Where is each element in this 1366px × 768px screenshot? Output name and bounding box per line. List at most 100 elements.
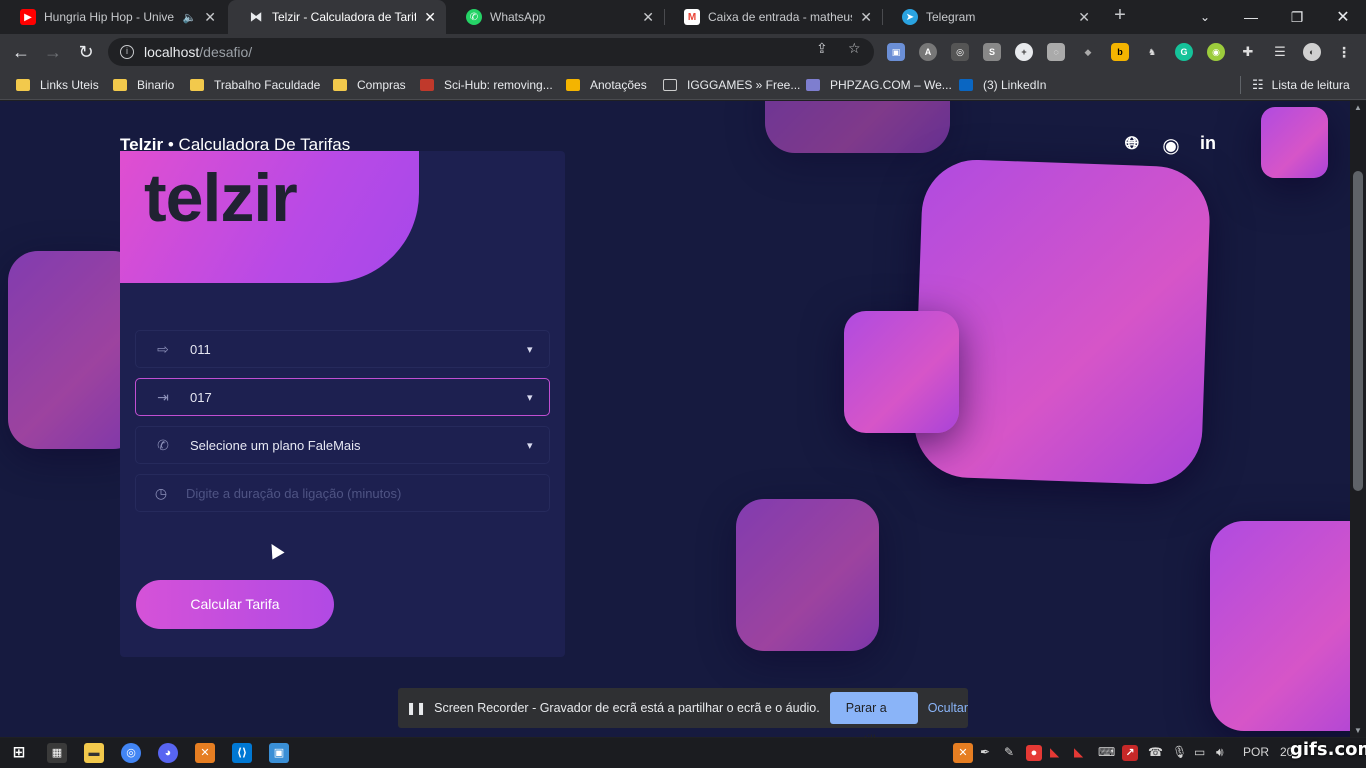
tab-title: Caixa de entrada - matheuss (708, 10, 853, 24)
telzir-icon: ⧓ (248, 9, 264, 25)
bookmark-star-icon[interactable]: ☆ (848, 40, 861, 57)
puzzle-icon[interactable]: ✚ (1239, 43, 1257, 61)
avatar[interactable]: ◐ (1303, 43, 1321, 61)
app-icon[interactable]: ▣ (269, 743, 289, 763)
decorative-cube (765, 101, 950, 153)
bookmark-item[interactable]: Binario (113, 76, 174, 94)
tab-title: Telzir - Calculadora de Tarifas (272, 10, 417, 24)
language-indicator[interactable]: POR (1243, 745, 1269, 759)
discord-icon[interactable]: ◕ (158, 743, 178, 763)
forward-button[interactable]: → (40, 40, 66, 64)
extension-icon[interactable]: ♞ (1143, 43, 1161, 61)
github-icon[interactable]: ◉ (1160, 133, 1182, 158)
page-scrollbar[interactable]: ▲ ▼ (1350, 101, 1366, 737)
folder-icon (16, 79, 30, 91)
stop-sharing-button[interactable]: Parar a partilha (829, 692, 918, 747)
extension-icon[interactable]: + (1015, 43, 1033, 61)
extension-icon[interactable]: ◎ (951, 43, 969, 61)
close-tab-icon[interactable]: ✕ (860, 9, 872, 26)
media-queue-icon[interactable]: ☰ (1271, 43, 1289, 61)
address-bar[interactable]: i localhost/desafio/ (108, 38, 874, 66)
vscode-icon[interactable]: ⟨⟩ (232, 743, 252, 763)
close-tab-icon[interactable]: ✕ (204, 9, 216, 26)
bookmark-item[interactable]: PHPZAG.COM – We... (806, 76, 952, 94)
plan-select[interactable]: ✆ Selecione um plano FaleMais ▾ (135, 426, 550, 464)
bookmark-item[interactable]: IGGGAMES » Free... (663, 76, 800, 94)
restore-button[interactable]: ❐ (1274, 0, 1320, 34)
youtube-icon: ▶ (20, 9, 36, 25)
scroll-thumb[interactable] (1353, 171, 1363, 491)
store-icon[interactable]: ▦ (47, 743, 67, 763)
tab-search-icon[interactable]: ⌄ (1182, 0, 1228, 34)
tab-telzir[interactable]: ⧓ Telzir - Calculadora de Tarifas ✕ (228, 0, 446, 34)
decorative-cube (1261, 107, 1328, 178)
reload-button[interactable]: ↻ (73, 40, 99, 64)
tray-keyboard-icon[interactable]: ⌨ (1098, 745, 1115, 759)
tab-youtube[interactable]: ▶ Hungria Hip Hop - Unive 🔈 ✕ (0, 0, 226, 34)
tab-gmail[interactable]: M Caixa de entrada - matheuss ✕ (664, 0, 882, 34)
close-tab-icon[interactable]: ✕ (424, 9, 436, 26)
tray-phone-icon[interactable]: ☎ (1148, 745, 1163, 759)
tray-amd-icon[interactable]: ◣ (1074, 745, 1083, 759)
bookmark-item[interactable]: Sci-Hub: removing... (420, 76, 553, 94)
tab-whatsapp[interactable]: ✆ WhatsApp ✕ (446, 0, 664, 34)
close-window-button[interactable]: ✕ (1320, 0, 1366, 34)
file-explorer-icon[interactable]: ▬ (84, 743, 104, 763)
bookmark-item[interactable]: Anotações (566, 76, 647, 94)
tray-mic-icon[interactable]: ✎ (1004, 745, 1014, 759)
duration-input[interactable]: ◷ Digite a duração da ligação (minutos) (135, 474, 550, 512)
origin-select[interactable]: ⇨ 011 ▾ (135, 330, 550, 368)
network-icon[interactable]: ▭ (1194, 745, 1205, 759)
grammarly-icon[interactable]: G (1175, 43, 1193, 61)
destination-select[interactable]: ⇥ 017 ▾ (135, 378, 550, 416)
audio-icon[interactable]: 🔈 (183, 11, 197, 24)
tray-record-icon[interactable]: ● (1026, 745, 1042, 761)
back-button[interactable]: ← (8, 40, 34, 64)
extension-icon[interactable]: b (1111, 43, 1129, 61)
tray-mic-icon[interactable]: 🎙︎ (1172, 745, 1187, 759)
bookmark-item[interactable]: Compras (333, 76, 406, 94)
sign-in-icon: ⇥ (157, 388, 169, 405)
volume-icon[interactable]: 🔊︎ (1216, 745, 1224, 760)
windows-start-icon[interactable]: ⊞ (9, 743, 29, 763)
site-info-icon[interactable]: i (120, 45, 134, 59)
close-tab-icon[interactable]: ✕ (1078, 9, 1090, 26)
bookmark-item[interactable]: Links Uteis (16, 76, 99, 94)
windows-taskbar: ⊞ ▦ ▬ ◎ ◕ ✕ ⟨⟩ ▣ ✕ ✒ ✎ ● ◣ ◣ ⌨ ↗ ☎ 🎙︎ ▭ … (0, 738, 1366, 768)
bookmark-item[interactable]: (3) LinkedIn (959, 76, 1046, 94)
notes-icon (566, 79, 580, 91)
tray-xampp-icon[interactable]: ✕ (953, 743, 973, 763)
tray-amd-icon[interactable]: ◣ (1050, 745, 1059, 759)
new-tab-button[interactable]: + (1108, 4, 1132, 27)
scroll-down-icon[interactable]: ▼ (1353, 726, 1363, 735)
extension-icon[interactable]: ▣ (887, 43, 905, 61)
chrome-icon[interactable]: ◎ (121, 743, 141, 763)
linkedin-icon[interactable]: in (1197, 133, 1219, 154)
tray-feather-icon[interactable]: ✒ (980, 745, 990, 759)
reading-list-button[interactable]: ☷ Lista de leitura (1252, 76, 1350, 94)
calculate-button[interactable]: Calcular Tarifa (136, 580, 334, 629)
chevron-down-icon: ▾ (527, 343, 533, 356)
extension-icon[interactable]: ◆ (1079, 43, 1097, 61)
plan-value: Selecione um plano FaleMais (190, 437, 361, 453)
menu-icon[interactable]: ⋮ (1335, 43, 1353, 61)
tray-app-icon[interactable]: ↗ (1122, 745, 1138, 761)
xampp-icon[interactable]: ✕ (195, 743, 215, 763)
scroll-up-icon[interactable]: ▲ (1353, 103, 1363, 112)
whatsapp-icon: ✆ (466, 9, 482, 25)
folder-icon (333, 79, 347, 91)
origin-value: 011 (190, 341, 211, 357)
close-tab-icon[interactable]: ✕ (642, 9, 654, 26)
globe-icon[interactable]: 🌐︎ (1121, 133, 1143, 154)
extension-icon[interactable]: ◉ (1207, 43, 1225, 61)
extension-icon[interactable]: ◌ (1047, 43, 1065, 61)
hide-button[interactable]: Ocultar (928, 701, 968, 715)
minimize-button[interactable]: — (1228, 0, 1274, 34)
screen-share-bar: ❚❚ Screen Recorder - Gravador de ecrã es… (398, 688, 968, 747)
decorative-cube (736, 499, 879, 651)
bookmark-item[interactable]: Trabalho Faculdade (190, 76, 320, 94)
share-icon[interactable]: ⇪ (816, 40, 828, 57)
extension-icon[interactable]: S (983, 43, 1001, 61)
tab-telegram[interactable]: ➤ Telegram ✕ (882, 0, 1100, 34)
adblock-icon[interactable]: A (919, 43, 937, 61)
